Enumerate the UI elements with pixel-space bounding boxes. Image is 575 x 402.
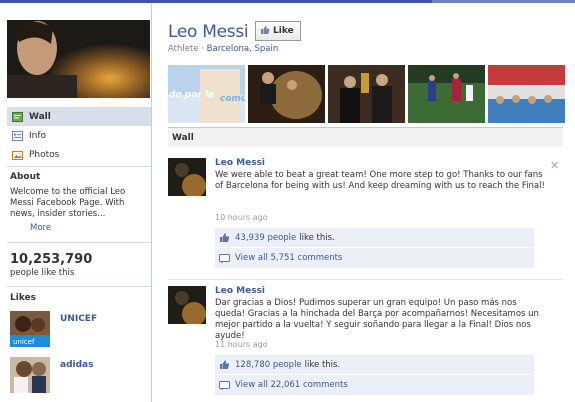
- post-timestamp[interactable]: 10 hours ago: [215, 213, 268, 222]
- like-summary: 43,939 people like this.: [215, 228, 534, 248]
- wall-title: Wall: [172, 132, 194, 143]
- svg-text:unicef: unicef: [13, 338, 35, 346]
- like-count-link[interactable]: 43,939 people: [235, 233, 296, 243]
- like-button[interactable]: Like: [255, 21, 301, 41]
- page-location-link[interactable]: Barcelona, Spain: [207, 44, 279, 54]
- unicef-thumbnail: unicef: [10, 311, 50, 347]
- sidebar-nav: Wall Info Photos: [7, 107, 151, 164]
- more-link[interactable]: More: [30, 223, 51, 233]
- photo-strip: do por la comu: [168, 65, 575, 123]
- like-summary: 128,780 people like this.: [215, 355, 534, 375]
- view-comments-link[interactable]: View all 5,751 comments: [235, 253, 342, 263]
- page-subtitle: Athlete · Barcelona, Spain: [168, 44, 278, 54]
- comment-icon: [219, 380, 230, 391]
- avatar[interactable]: [168, 158, 206, 196]
- like-count-suffix: like this.: [304, 359, 341, 370]
- sidebar-item-info[interactable]: Info: [7, 126, 151, 145]
- left-sidebar: Wall Info Photos About Welcome to the of…: [0, 3, 152, 402]
- comment-icon: [219, 253, 230, 264]
- post-timestamp[interactable]: 11 hours ago: [215, 340, 268, 349]
- comments-summary[interactable]: View all 5,751 comments: [215, 248, 534, 268]
- photo-thumbnail[interactable]: [328, 65, 405, 123]
- post-message: We were able to beat a great team! One m…: [215, 170, 545, 191]
- view-comments-link[interactable]: View all 22,061 comments: [235, 380, 348, 390]
- sidebar-item-photos[interactable]: Photos: [7, 145, 151, 164]
- sidebar-divider: [7, 286, 151, 287]
- sidebar-divider: [7, 166, 151, 167]
- wall-post: Leo Messi Dar gracias a Dios! Pudimos su…: [168, 286, 563, 398]
- wall-header: Wall: [168, 127, 563, 147]
- liked-page-name: adidas: [60, 360, 94, 370]
- photo-thumbnail[interactable]: [248, 65, 325, 123]
- fan-count-label: people like this: [10, 268, 75, 278]
- liked-page-name: UNICEF: [60, 314, 98, 324]
- main-content: Leo Messi Like Athlete · Barcelona, Spai…: [152, 3, 575, 402]
- photos-icon: [12, 150, 23, 160]
- sidebar-item-label: Wall: [29, 111, 51, 122]
- wall-icon: [12, 111, 23, 122]
- fan-count: 10,253,790: [10, 252, 93, 267]
- photo-thumbnail[interactable]: do por la comu: [168, 65, 245, 123]
- thumbs-up-icon: [260, 25, 270, 38]
- about-heading: About: [10, 172, 41, 182]
- post-feedback: 43,939 people like this. View all 5,751 …: [215, 228, 534, 268]
- liked-page-adidas[interactable]: adidas: [10, 357, 150, 393]
- info-icon: [12, 130, 23, 141]
- liked-page-unicef[interactable]: unicef UNICEF: [10, 311, 150, 347]
- sidebar-divider: [7, 242, 151, 243]
- sidebar-item-label: Info: [29, 130, 47, 141]
- avatar[interactable]: [168, 286, 206, 324]
- thumbs-up-icon: [219, 232, 230, 243]
- page-category: Athlete: [168, 44, 199, 54]
- post-author[interactable]: Leo Messi: [215, 286, 265, 296]
- profile-picture-image: [7, 20, 150, 98]
- comments-summary[interactable]: View all 22,061 comments: [215, 375, 534, 395]
- wall-post: Leo Messi We were able to beat a great t…: [168, 158, 563, 270]
- about-text: Welcome to the official Leo Messi Facebo…: [10, 187, 126, 219]
- thumbs-up-icon: [219, 359, 230, 370]
- sidebar-item-wall[interactable]: Wall: [7, 107, 151, 126]
- svg-text:do por la: do por la: [169, 90, 214, 100]
- post-feedback: 128,780 people like this. View all 22,06…: [215, 355, 534, 395]
- like-count-link[interactable]: 128,780 people: [235, 360, 302, 370]
- likes-heading: Likes: [10, 293, 37, 303]
- adidas-thumbnail: [10, 357, 50, 393]
- photo-thumbnail[interactable]: [408, 65, 485, 123]
- subtitle-separator: ·: [201, 44, 204, 54]
- page-title: Leo Messi: [168, 22, 249, 42]
- post-author[interactable]: Leo Messi: [215, 158, 265, 168]
- like-count-suffix: like this.: [299, 232, 335, 243]
- photo-thumbnail[interactable]: [488, 65, 565, 123]
- like-button-label: Like: [273, 26, 294, 36]
- svg-text:comu: comu: [220, 94, 245, 104]
- sidebar-item-label: Photos: [29, 149, 60, 160]
- post-message: Dar gracias a Dios! Pudimos superar un g…: [215, 298, 539, 341]
- profile-picture[interactable]: [7, 20, 150, 98]
- post-divider: [168, 279, 563, 280]
